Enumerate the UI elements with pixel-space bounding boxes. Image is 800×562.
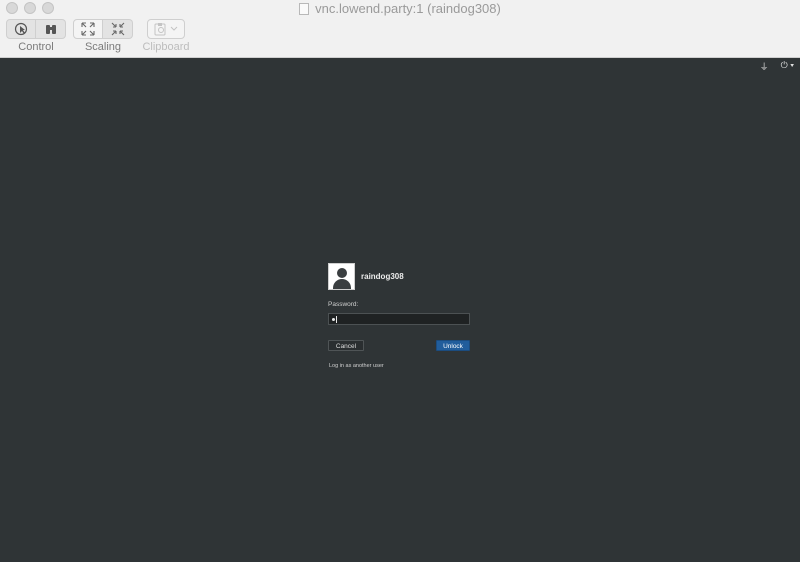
- login-as-another-user-link[interactable]: Log in as another user: [329, 363, 384, 369]
- scaling-label: Scaling: [84, 41, 122, 53]
- observe-button[interactable]: [36, 19, 66, 39]
- password-mask-dot: [332, 318, 335, 321]
- binoculars-icon: [45, 25, 56, 34]
- mouse-control-button[interactable]: [6, 19, 36, 39]
- clipboard-icon: [154, 23, 166, 36]
- scaling-group: [73, 19, 133, 39]
- cancel-button[interactable]: Cancel: [328, 340, 364, 351]
- accessibility-icon[interactable]: ⏚: [760, 60, 769, 73]
- power-menu-icon[interactable]: ⏻ ▾: [781, 60, 794, 73]
- unlock-dialog: raindog308 Password: Cancel Unlock Log i…: [328, 263, 470, 369]
- pointer-hand-icon: [14, 22, 28, 36]
- username-label: raindog308: [361, 272, 404, 281]
- document-icon: [299, 3, 310, 15]
- user-avatar: [328, 263, 355, 290]
- password-input[interactable]: [328, 313, 470, 325]
- control-label: Control: [18, 41, 54, 53]
- clipboard-group: [147, 19, 185, 39]
- control-group: [6, 19, 66, 39]
- window-title: vnc.lowend.party:1 (raindog308): [315, 1, 501, 16]
- shrink-arrows-icon: [111, 22, 124, 36]
- chevron-down-icon: [170, 26, 178, 31]
- password-label: Password:: [328, 301, 359, 308]
- actual-size-button[interactable]: [103, 19, 133, 39]
- clipboard-button[interactable]: [147, 19, 185, 39]
- text-caret: [336, 316, 337, 323]
- window-title-bar: vnc.lowend.party:1 (raindog308): [0, 0, 800, 18]
- window-titlebar: vnc.lowend.party:1 (raindog308) Control: [0, 0, 800, 58]
- unlock-button[interactable]: Unlock: [436, 340, 470, 351]
- expand-arrows-icon: [81, 22, 95, 36]
- scale-to-fit-button[interactable]: [73, 19, 103, 39]
- system-indicators: ⏚ ⏻ ▾: [760, 60, 794, 73]
- clipboard-label: Clipboard: [142, 41, 190, 53]
